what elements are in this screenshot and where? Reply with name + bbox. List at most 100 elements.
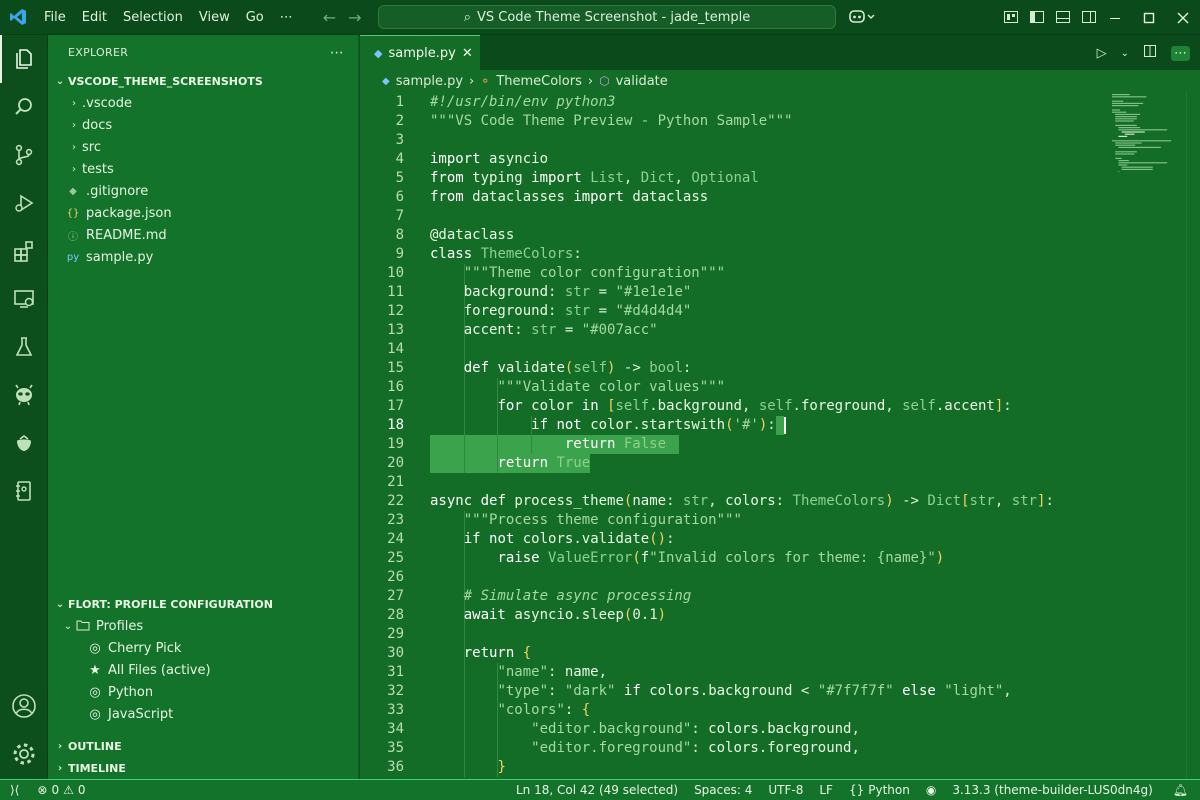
profile-item[interactable]: ★ All Files (active) — [48, 659, 358, 681]
tree-file[interactable]: ◆ .gitignore — [48, 180, 358, 202]
python-interpreter[interactable]: 3.13.3 (theme-builder-LUS0dn4g) — [944, 780, 1160, 800]
star-icon: ★ — [89, 662, 101, 678]
line-number: 5 — [395, 170, 404, 186]
remote-explorer-icon[interactable] — [0, 275, 48, 323]
python-file-icon: ◆ — [374, 46, 383, 60]
copilot-status-icon[interactable]: ◉ — [918, 780, 944, 800]
timeline-header[interactable]: › TIMELINE — [48, 757, 358, 779]
code-line: """VS Code Theme Preview - Python Sample… — [430, 113, 793, 129]
toggle-panel-icon[interactable] — [1055, 9, 1071, 29]
line-number: 2 — [395, 113, 404, 129]
vscode-logo-icon — [0, 0, 36, 35]
tree-folder[interactable]: › tests — [48, 158, 358, 180]
run-python-icon[interactable]: ▷ — [1097, 46, 1107, 61]
tree-file[interactable]: {} package.json — [48, 202, 358, 224]
menu-view[interactable]: View — [191, 0, 238, 35]
profile-item[interactable]: ◎ Cherry Pick — [48, 637, 358, 659]
tree-file[interactable]: ⓘ README.md — [48, 224, 358, 246]
breadcrumb-file[interactable]: sample.py — [396, 74, 463, 89]
run-dropdown-chevron-icon[interactable]: ⌄ — [1121, 48, 1129, 59]
activity-bar — [0, 35, 48, 779]
code-editor[interactable]: 1 2 3 4 5 6 7 8 9 10 11 12 13 14 15 16 17 18 19 20 21 22 23 24 2… — [360, 92, 1200, 779]
close-window-icon[interactable] — [1166, 0, 1200, 35]
tab-sample-py[interactable]: ◆ sample.py ✕ — [360, 35, 480, 70]
account-icon[interactable] — [0, 682, 48, 730]
remote-indicator[interactable]: ⟩⟨ — [0, 780, 29, 800]
command-center-search[interactable]: ⌕ VS Code Theme Screenshot - jade_temple — [378, 5, 836, 29]
toggle-primary-sidebar-icon[interactable] — [1029, 9, 1045, 29]
tab-label: sample.py — [388, 45, 456, 61]
line-number: 29 — [387, 626, 404, 642]
back-arrow-icon[interactable]: ← — [323, 8, 336, 27]
class-symbol-icon: ⚬ — [480, 74, 491, 88]
tree-item-label: package.json — [86, 205, 172, 221]
file-type-icon: ◆ — [69, 185, 77, 197]
minimap[interactable] — [1106, 92, 1186, 292]
notifications-bell-icon[interactable]: 🔔︎ — [1161, 780, 1200, 800]
forward-arrow-icon[interactable]: → — [348, 8, 361, 27]
settings-gear-icon[interactable] — [0, 730, 48, 778]
testing-flask-icon[interactable] — [0, 323, 48, 371]
more-actions-icon[interactable]: ⋯ — [330, 45, 344, 61]
alien-icon[interactable] — [0, 371, 48, 419]
line-number: 18 — [387, 417, 404, 433]
outline-header[interactable]: › OUTLINE — [48, 735, 358, 757]
vertical-scrollbar[interactable] — [1186, 92, 1200, 779]
source-control-icon[interactable] — [0, 131, 48, 179]
profile-config-header[interactable]: ⌄ FLORT: PROFILE CONFIGURATION — [48, 593, 358, 615]
language-mode[interactable]: {} Python — [841, 780, 918, 800]
toggle-secondary-sidebar-icon[interactable] — [1081, 9, 1097, 29]
code-line: background: str = "#1e1e1e" — [463, 284, 692, 300]
run-debug-icon[interactable] — [0, 179, 48, 227]
minimap-line — [1112, 109, 1120, 111]
code-area[interactable]: #!/usr/bin/env python3 """VS Code Theme P… — [430, 92, 1200, 779]
split-editor-icon[interactable] — [1143, 44, 1157, 62]
line-number: 15 — [387, 360, 404, 376]
extensions-icon[interactable] — [0, 227, 48, 275]
minimap-line — [1115, 124, 1137, 126]
editor-more-actions-icon[interactable]: ⋯ — [1171, 45, 1190, 61]
cursor-position[interactable]: Ln 18, Col 42 (49 selected) — [508, 780, 686, 800]
tree-folder[interactable]: › src — [48, 136, 358, 158]
close-tab-icon[interactable]: ✕ — [462, 46, 473, 61]
profile-item[interactable]: ◎ Python — [48, 681, 358, 703]
tree-folder[interactable]: › docs — [48, 114, 358, 136]
code-line: await asyncio.sleep(0.1) — [463, 607, 667, 623]
tree-file[interactable]: py sample.py — [48, 246, 358, 268]
maximize-icon[interactable] — [1132, 0, 1166, 35]
minimap-line — [1112, 102, 1144, 104]
minimap-line — [1115, 116, 1137, 118]
error-icon: ⊗ — [37, 783, 48, 797]
tree-folder[interactable]: › .vscode — [48, 92, 358, 114]
code-line: return False — [564, 436, 667, 452]
explorer-files-icon[interactable] — [0, 35, 48, 83]
strawberry-icon[interactable] — [0, 419, 48, 467]
minimize-icon[interactable] — [1098, 0, 1132, 35]
code-line: #!/usr/bin/env python3 — [430, 94, 616, 110]
problems-indicator[interactable]: ⊗ 0 ⚠ 0 — [29, 780, 93, 800]
search-icon[interactable] — [0, 83, 48, 131]
profiles-folder[interactable]: ⌄ Profiles — [48, 615, 358, 637]
menu-file[interactable]: File — [36, 0, 74, 35]
encoding[interactable]: UTF-8 — [760, 780, 811, 800]
line-ending[interactable]: LF — [811, 780, 841, 800]
chevron-right-icon: › — [72, 119, 76, 131]
workspace-header[interactable]: ⌄ VSCODE_THEME_SCREENSHOTS — [48, 70, 358, 92]
menu-edit[interactable]: Edit — [74, 0, 115, 35]
breadcrumb-method[interactable]: validate — [616, 74, 668, 89]
notebook-icon[interactable] — [0, 467, 48, 515]
text-cursor — [784, 417, 787, 434]
timeline-title: TIMELINE — [68, 761, 126, 775]
workspace-name: VSCODE_THEME_SCREENSHOTS — [68, 74, 263, 88]
line-number: 36 — [387, 759, 404, 775]
menu-go[interactable]: Go — [238, 0, 272, 35]
breadcrumb-class[interactable]: ThemeColors — [496, 74, 582, 89]
menu-more[interactable]: ⋯ — [272, 0, 301, 35]
customize-layout-icon[interactable] — [1003, 9, 1019, 29]
line-number: 9 — [395, 246, 404, 262]
menu-selection[interactable]: Selection — [115, 0, 191, 35]
person-icon: ◎ — [89, 684, 101, 700]
profile-item[interactable]: ◎ JavaScript — [48, 703, 358, 725]
copilot-icon[interactable] — [848, 8, 878, 28]
indentation[interactable]: Spaces: 4 — [686, 780, 760, 800]
